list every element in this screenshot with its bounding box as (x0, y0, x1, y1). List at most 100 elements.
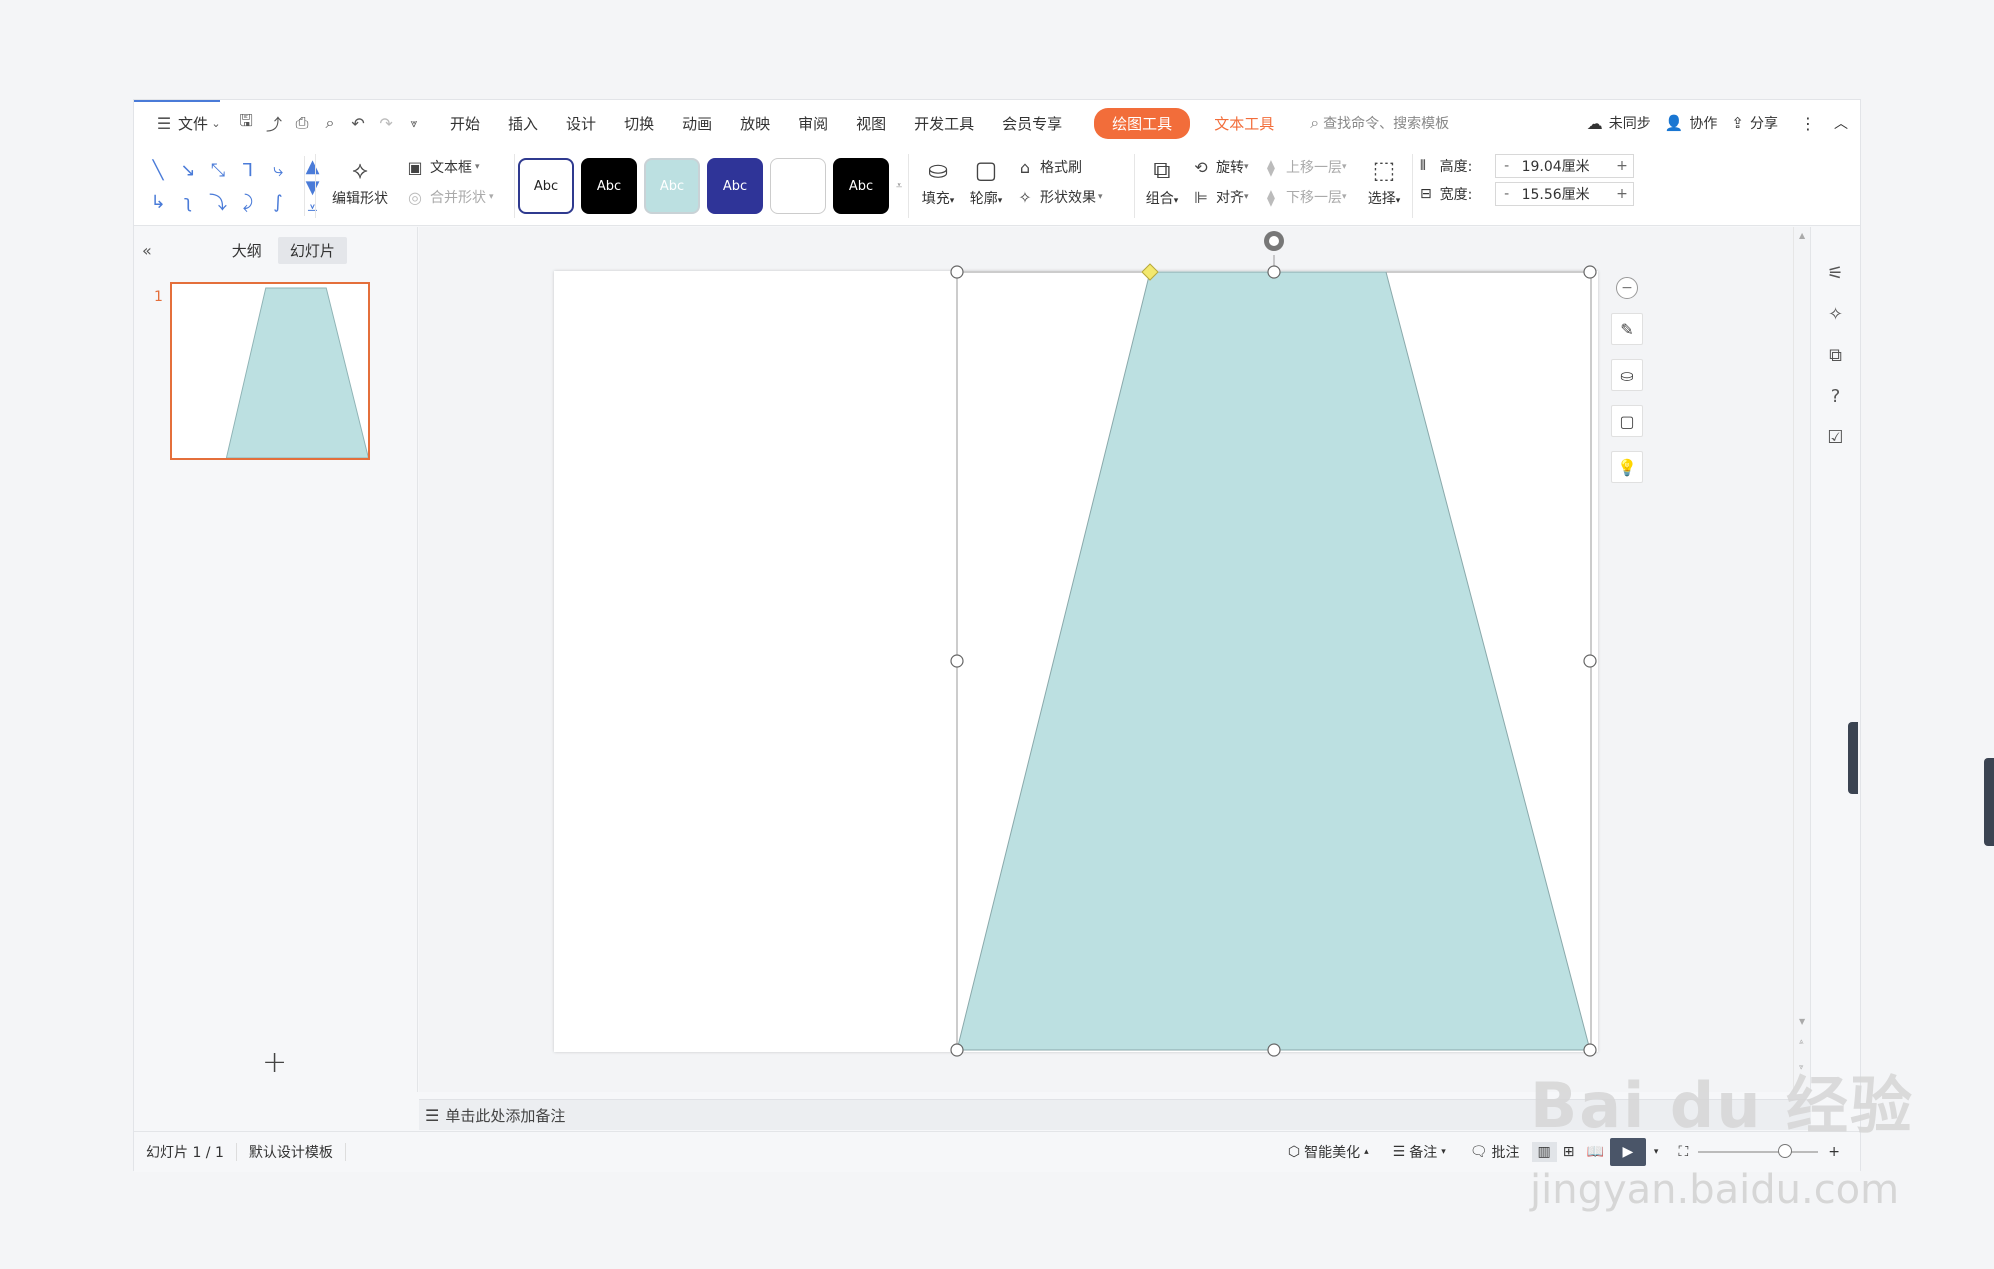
line-icon[interactable]: ╲ (144, 156, 172, 184)
side-handle[interactable] (1848, 722, 1858, 794)
outline-tool-icon[interactable]: ▢ (1611, 405, 1643, 437)
width-field[interactable]: - 15.56厘米 + (1494, 182, 1634, 206)
customize-icon[interactable]: ⩔ (400, 109, 428, 137)
elbow-arrow-icon[interactable]: ⤷ (264, 156, 292, 184)
zoom-slider[interactable] (1698, 1144, 1819, 1158)
freeform-icon[interactable]: ∫ (264, 188, 292, 216)
copy-slide-icon[interactable]: ⧉ (1829, 345, 1842, 366)
zoom-in-icon[interactable]: + (1828, 1144, 1840, 1160)
menu-icon: ☰ (156, 113, 172, 133)
tab-drawing-tools[interactable]: 绘图工具 (1094, 107, 1191, 139)
style-swatch-light-teal[interactable]: Abc (644, 158, 700, 214)
width-decrement[interactable]: - (1496, 186, 1518, 202)
tab-transition[interactable]: 切换 (610, 113, 668, 134)
curved-arrow-icon[interactable]: ⤵ (204, 188, 232, 216)
play-options-icon[interactable]: ▾ (1654, 1147, 1659, 1157)
rotate-button[interactable]: ⟲ 旋转 ▾ (1190, 152, 1262, 182)
height-field[interactable]: - 19.04厘米 + (1494, 154, 1634, 178)
properties-icon[interactable]: ⚟ (1827, 263, 1843, 284)
shape-effect-button[interactable]: ✧ 形状效果 ▾ (1014, 182, 1124, 212)
notes-toggle-button[interactable]: ☰ 备注 ▾ (1381, 1142, 1458, 1162)
print-icon[interactable]: ⎙ (288, 109, 316, 137)
style-swatch-outline-navy[interactable]: Abc (518, 158, 574, 214)
collapse-toolbar-icon[interactable]: − (1616, 277, 1638, 299)
slide-canvas[interactable] (554, 231, 1598, 1057)
bring-forward-button[interactable]: ⧫ 上移一层 ▾ (1260, 152, 1360, 182)
share-file-icon[interactable]: ⤴ (260, 109, 288, 137)
tab-home[interactable]: 开始 (436, 113, 494, 134)
print-preview-icon[interactable]: ⌕ (316, 109, 344, 137)
trapezoid-shape[interactable] (554, 231, 1598, 1057)
edit-shape-button[interactable]: ⟡ 编辑形状 (320, 152, 400, 220)
fill-button[interactable]: ⛀ 填充▾ (914, 152, 962, 220)
elbow-connector-icon[interactable]: ⅂ (234, 156, 262, 184)
edge-handle[interactable] (1984, 758, 1994, 846)
curved-connector-icon[interactable]: ʅ (174, 188, 202, 216)
gallery-scroll[interactable]: ▲ ▼ ⩡ (304, 156, 320, 219)
send-backward-button[interactable]: ⧫ 下移一层 ▾ (1260, 182, 1360, 212)
smart-beautify-button[interactable]: ⬡ 智能美化 ▴ (1276, 1142, 1381, 1162)
group-button[interactable]: ⧉ 组合▾ (1138, 152, 1186, 220)
grid-view-icon[interactable]: ⊞ (1557, 1144, 1581, 1160)
align-button[interactable]: ⊫ 对齐 ▾ (1190, 182, 1262, 212)
tab-member[interactable]: 会员专享 (988, 113, 1076, 134)
style-swatch-black[interactable]: Abc (581, 158, 637, 214)
outline-button[interactable]: ▢ 轮廓▾ (962, 152, 1010, 220)
more-icon[interactable]: ⋮ (1800, 114, 1816, 133)
collapse-panel-icon[interactable]: « (134, 241, 160, 260)
template-name[interactable]: 默认设计模板 (237, 1142, 345, 1162)
collaborate-button[interactable]: 协作 (1689, 113, 1717, 133)
share-button[interactable]: 分享 (1750, 113, 1778, 133)
reading-view-icon[interactable]: 📖 (1580, 1144, 1609, 1160)
tab-view[interactable]: 视图 (842, 113, 900, 134)
tab-slides[interactable]: 幻灯片 (277, 236, 347, 264)
comments-button[interactable]: 🗨 批注 (1458, 1142, 1532, 1162)
width-increment[interactable]: + (1611, 186, 1633, 202)
add-slide-button[interactable]: + (262, 1045, 287, 1080)
tab-animation[interactable]: 动画 (668, 113, 726, 134)
collapse-ribbon-icon[interactable]: ︿ (1834, 113, 1848, 133)
tab-review[interactable]: 审阅 (784, 113, 842, 134)
tab-developer[interactable]: 开发工具 (900, 113, 988, 134)
fill-icon[interactable]: ⛀ (1611, 359, 1643, 391)
tab-design[interactable]: 设计 (552, 113, 610, 134)
pen-icon[interactable]: ✎ (1611, 313, 1643, 345)
format-painter-button[interactable]: ⌂ 格式刷 (1014, 152, 1124, 182)
sync-status-button[interactable]: 未同步 (1609, 113, 1651, 133)
curved-double-arrow-icon[interactable]: ⤸ (234, 188, 262, 216)
style-swatch-white[interactable] (770, 158, 826, 214)
tab-text-tools[interactable]: 文本工具 (1200, 113, 1288, 134)
undo-icon[interactable]: ↶ (344, 109, 372, 137)
tab-insert[interactable]: 插入 (494, 113, 552, 134)
scroll-up-icon[interactable]: ▲ (1799, 231, 1805, 240)
normal-view-icon[interactable]: ▥ (1531, 1142, 1557, 1162)
arrow-line-icon[interactable]: ↘ (174, 156, 202, 184)
tab-outline[interactable]: 大纲 (220, 237, 274, 264)
width-value[interactable]: 15.56厘米 (1518, 184, 1611, 204)
save-icon[interactable]: 🖫 (232, 109, 260, 137)
style-swatch-black-2[interactable]: Abc (833, 158, 889, 214)
checklist-icon[interactable]: ☑ (1827, 427, 1843, 448)
idea-bulb-icon[interactable]: 💡 (1611, 451, 1643, 483)
fit-icon[interactable]: ⛶ (1678, 1144, 1688, 1160)
prev-slide-icon[interactable]: ⩓ (1799, 1037, 1804, 1047)
height-decrement[interactable]: - (1496, 158, 1518, 174)
style-swatch-navy[interactable]: Abc (707, 158, 763, 214)
elbow-double-arrow-icon[interactable]: ↳ (144, 188, 172, 216)
text-box-button[interactable]: ▣ 文本框 ▾ (404, 152, 514, 182)
vertical-scrollbar[interactable]: ▲ ▼ ⩓ ⩔ (1793, 227, 1811, 1092)
gallery-more-icon[interactable]: ⩡ (896, 179, 902, 193)
double-arrow-line-icon[interactable]: ⤡ (204, 156, 232, 184)
redo-icon[interactable]: ↷ (372, 109, 400, 137)
magic-icon[interactable]: ✧ (1828, 304, 1843, 325)
select-button[interactable]: ⬚ 选择▾ (1360, 152, 1408, 220)
height-increment[interactable]: + (1611, 158, 1633, 174)
slide-thumbnail[interactable] (170, 282, 370, 460)
scroll-down-icon[interactable]: ▼ (1799, 1017, 1805, 1026)
tab-slideshow[interactable]: 放映 (726, 113, 784, 134)
file-menu-button[interactable]: ☰ 文件 ⌄ (142, 100, 232, 146)
height-value[interactable]: 19.04厘米 (1518, 156, 1611, 176)
command-search[interactable]: ⌕ 查找命令、搜索模板 (1310, 113, 1449, 133)
merge-shape-button[interactable]: ◎ 合并形状 ▾ (404, 182, 514, 212)
help-icon[interactable]: ? (1831, 386, 1841, 407)
